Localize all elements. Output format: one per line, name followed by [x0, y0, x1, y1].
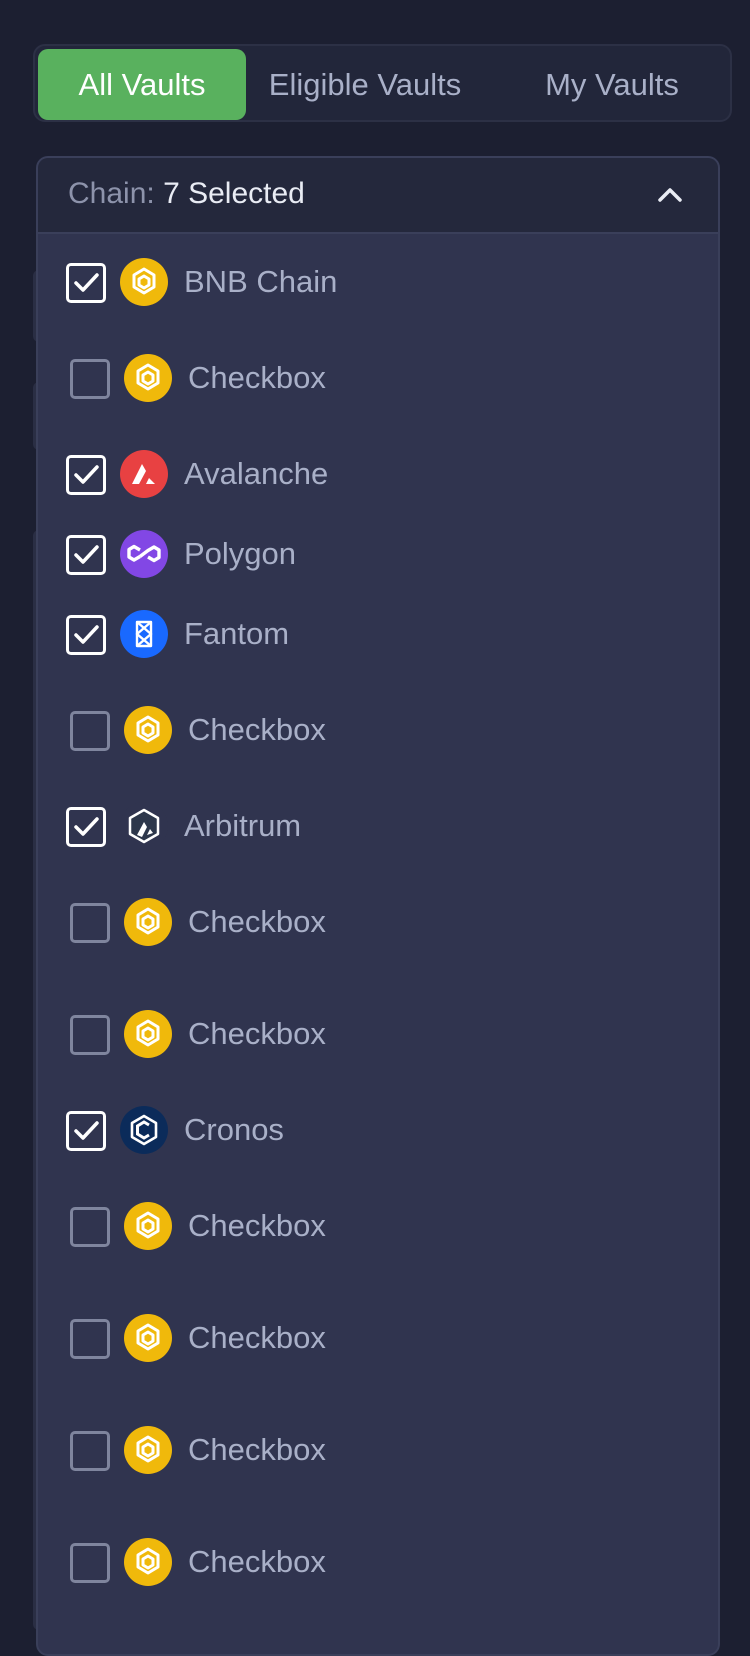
- bnb-icon: [124, 1538, 172, 1586]
- bnb-icon: [124, 1426, 172, 1474]
- chain-option[interactable]: Checkbox: [38, 1004, 718, 1064]
- checkmark-icon: [74, 625, 99, 644]
- chain-option-label: Checkbox: [188, 904, 326, 939]
- tab-all-vaults[interactable]: All Vaults: [38, 49, 246, 120]
- chain-option[interactable]: Checkbox: [38, 348, 718, 408]
- bnb-icon: [124, 1202, 172, 1250]
- chain-option-label: Polygon: [184, 536, 297, 571]
- chain-option[interactable]: Checkbox: [38, 1196, 718, 1256]
- avalanche-icon: [120, 450, 168, 498]
- chain-option[interactable]: Checkbox: [38, 892, 718, 952]
- chain-option[interactable]: BNB Chain: [38, 252, 718, 312]
- fantom-icon: [120, 610, 168, 658]
- chain-option-checkbox[interactable]: [70, 1207, 110, 1247]
- cronos-icon: [120, 1106, 168, 1154]
- chevron-up-icon: [658, 188, 682, 202]
- chain-option-label: Checkbox: [188, 360, 326, 395]
- polygon-icon: [120, 530, 168, 578]
- chain-option-checkbox[interactable]: [66, 455, 106, 495]
- chain-option[interactable]: Checkbox: [38, 1308, 718, 1368]
- chain-option-label: BNB Chain: [184, 264, 338, 299]
- bnb-icon: [120, 258, 168, 306]
- chain-option-label: Checkbox: [188, 1432, 326, 1467]
- chain-option[interactable]: Arbitrum: [38, 796, 718, 856]
- chain-option[interactable]: Checkbox: [38, 1420, 718, 1480]
- chain-option[interactable]: Checkbox: [38, 1532, 718, 1592]
- chain-option-checkbox[interactable]: [70, 1015, 110, 1055]
- chain-option-checkbox[interactable]: [70, 711, 110, 751]
- tab-eligible-vaults[interactable]: Eligible Vaults: [256, 49, 474, 120]
- chain-option-label: Checkbox: [188, 1544, 326, 1579]
- chain-option-checkbox[interactable]: [66, 263, 106, 303]
- bnb-icon: [124, 706, 172, 754]
- chain-option[interactable]: Fantom: [38, 604, 718, 664]
- chain-option-checkbox[interactable]: [70, 1319, 110, 1359]
- checkmark-icon: [74, 465, 99, 484]
- checkmark-icon: [74, 273, 99, 292]
- bnb-icon: [124, 354, 172, 402]
- chain-option-checkbox[interactable]: [66, 615, 106, 655]
- vault-tabs: All Vaults Eligible Vaults My Vaults: [33, 44, 732, 122]
- checkmark-icon: [74, 1121, 99, 1140]
- chain-option-label: Checkbox: [188, 1208, 326, 1243]
- chain-filter-value: 7 Selected: [163, 177, 305, 210]
- chain-option-label: Checkbox: [188, 1320, 326, 1355]
- chain-option[interactable]: Polygon: [38, 524, 718, 584]
- chain-option-checkbox[interactable]: [70, 1431, 110, 1471]
- bnb-icon: [124, 898, 172, 946]
- checkmark-icon: [74, 817, 99, 836]
- chain-option-label: Checkbox: [188, 1016, 326, 1051]
- chain-option-checkbox[interactable]: [70, 359, 110, 399]
- chain-option-checkbox[interactable]: [70, 1543, 110, 1583]
- chain-option[interactable]: Checkbox: [38, 700, 718, 760]
- chain-option-label: Avalanche: [184, 456, 329, 491]
- arbitrum-icon: [120, 802, 168, 850]
- chain-option-checkbox[interactable]: [70, 903, 110, 943]
- chain-option-label: Fantom: [184, 616, 290, 651]
- chain-option[interactable]: Cronos: [38, 1100, 718, 1160]
- chain-option-checkbox[interactable]: [66, 807, 106, 847]
- chain-option-label: Arbitrum: [184, 808, 302, 843]
- chain-option-checkbox[interactable]: [66, 1111, 106, 1151]
- chain-option-label: Checkbox: [188, 712, 326, 747]
- checkmark-icon: [74, 545, 99, 564]
- chain-option-label: Cronos: [184, 1112, 284, 1147]
- chain-filter-label: Chain: 7 Selected: [68, 177, 305, 210]
- bnb-icon: [124, 1010, 172, 1058]
- tab-my-vaults[interactable]: My Vaults: [512, 49, 712, 120]
- bnb-icon: [124, 1314, 172, 1362]
- chain-filter-dropdown: Chain: 7 Selected BNB Chain Checkbox Avala…: [36, 156, 720, 1656]
- chain-filter-toggle[interactable]: Chain: 7 Selected: [38, 158, 718, 234]
- chain-option[interactable]: Avalanche: [38, 444, 718, 504]
- chain-option-checkbox[interactable]: [66, 535, 106, 575]
